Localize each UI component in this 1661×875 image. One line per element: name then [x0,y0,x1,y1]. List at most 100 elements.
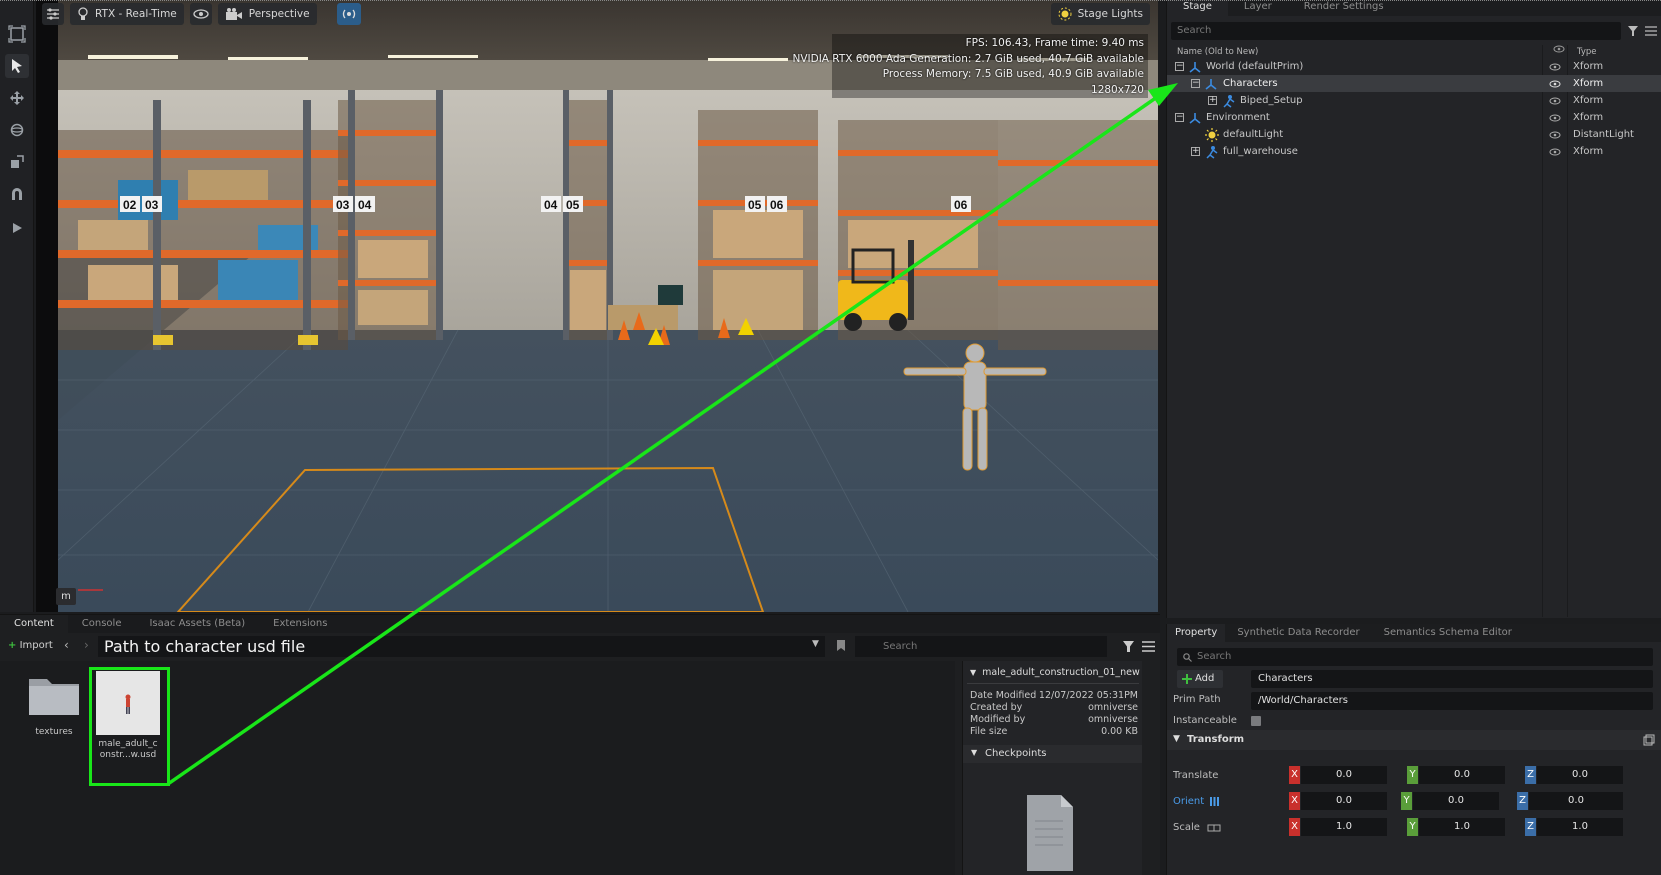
orient-z-field[interactable]: 0.0 [1529,792,1623,810]
stage-row-label: Environment [1206,112,1270,123]
rack-label: 05 [566,198,580,212]
stage-row-biped-setup[interactable]: + Biped_Setup Xform [1167,92,1661,109]
orient-label[interactable]: Orient [1173,796,1204,807]
tab-layer[interactable]: Layer [1228,0,1288,16]
translate-x-field[interactable]: 0.0 [1301,766,1387,784]
snap-icon[interactable] [5,182,29,206]
back-arrow-icon[interactable]: ‹ [64,638,69,652]
date-modified-row: Date Modified 12/07/2022 05:31PM [970,690,1138,701]
stage-row-label: World (defaultPrim) [1206,61,1304,72]
collapse-icon[interactable]: − [1191,79,1200,88]
translate-label: Translate [1173,770,1219,781]
broadcast-icon[interactable] [336,3,361,25]
eye-icon[interactable] [1549,148,1561,156]
rack-label: 02 [123,198,137,212]
import-button[interactable]: + Import [4,637,57,655]
property-search-input[interactable]: Search [1177,648,1653,666]
skeleton-icon [1223,95,1235,108]
stage-row-characters[interactable]: − Characters Xform [1167,75,1661,92]
settings-sliders-icon[interactable] [42,3,64,25]
axis-x-badge: X [1289,792,1300,810]
rack-label: 06 [954,198,968,212]
expand-icon[interactable]: + [1191,147,1200,156]
scale-y-field[interactable]: 1.0 [1419,818,1505,836]
camera-button[interactable]: Perspective [217,3,317,25]
property-panel: Property Synthetic Data Recorder Semanti… [1166,624,1661,875]
instanceable-checkbox[interactable] [1251,716,1261,726]
scale-z-field[interactable]: 1.0 [1537,818,1623,836]
rack-label: 04 [544,198,558,212]
character-thumbnail-icon [125,694,131,714]
checkpoints-header[interactable]: ▼ Checkpoints [963,745,1142,763]
stage-row-type: Xform [1573,61,1604,72]
stage-row-default-light[interactable]: defaultLight DistantLight [1167,126,1661,143]
stage-row-world[interactable]: − World (defaultPrim) Xform [1167,58,1661,75]
link-icon[interactable] [1207,823,1221,833]
prim-name-field[interactable]: Characters [1251,670,1653,688]
eye-icon[interactable] [1549,63,1561,71]
column-name-header[interactable]: Name (Old to New) [1177,47,1258,57]
bookmark-icon[interactable] [836,639,846,652]
hamburger-icon[interactable] [1645,22,1659,40]
prim-path-field[interactable]: /World/Characters [1251,692,1653,710]
axis-y-badge: Y [1407,818,1418,836]
expand-icon[interactable]: + [1208,96,1217,105]
usd-file-item[interactable]: male_adult_c onstr...w.usd [92,671,164,761]
scale-x-field[interactable]: 1.0 [1301,818,1387,836]
camera-icon [225,8,242,20]
hamburger-icon[interactable] [1142,641,1155,652]
xform-icon [1205,79,1217,90]
content-search-input[interactable]: Search [855,636,1107,657]
translate-z-field[interactable]: 0.0 [1537,766,1623,784]
folder-item[interactable]: textures [18,671,90,738]
modified-by-value: omniverse [1088,714,1138,725]
renderer-button[interactable]: RTX - Real-Time [70,3,184,25]
tab-synthetic-data-recorder[interactable]: Synthetic Data Recorder [1225,624,1371,642]
orient-y-field[interactable]: 0.0 [1413,792,1499,810]
tab-extensions[interactable]: Extensions [259,615,341,633]
copy-icon[interactable] [1643,734,1655,746]
filter-icon[interactable] [1122,640,1135,653]
modified-by-row: Modified by omniverse [970,714,1138,725]
tab-property[interactable]: Property [1167,624,1226,642]
tab-semantics-schema-editor[interactable]: Semantics Schema Editor [1372,624,1524,642]
forward-arrow-icon[interactable]: › [84,638,89,652]
eye-icon[interactable] [189,3,212,25]
eye-icon[interactable] [1549,131,1561,139]
move-icon[interactable] [5,86,29,110]
orient-mode-icon[interactable] [1210,797,1220,806]
collapse-icon[interactable]: − [1175,113,1184,122]
camera-badge[interactable]: m [56,588,76,605]
tab-isaac-assets[interactable]: Isaac Assets (Beta) [135,615,259,633]
filter-icon[interactable] [1627,22,1641,40]
translate-y-field[interactable]: 0.0 [1419,766,1505,784]
stage-row-environment[interactable]: − Environment Xform [1167,109,1661,126]
tab-render-settings[interactable]: Render Settings [1288,0,1400,16]
orient-x-field[interactable]: 0.0 [1301,792,1387,810]
stage-row-type: Xform [1573,112,1604,123]
viewport[interactable]: 02 03 03 04 04 05 05 06 06 RTX - Real-Ti… [36,0,1158,612]
path-dropdown-icon[interactable]: ▼ [812,639,819,649]
eye-icon[interactable] [1549,80,1561,88]
scale-icon[interactable] [5,150,29,174]
tab-console[interactable]: Console [68,615,136,633]
rotate-icon[interactable] [5,118,29,142]
collapse-icon[interactable]: − [1175,62,1184,71]
instanceable-label: Instanceable [1173,715,1237,726]
select-arrow-icon[interactable] [5,54,29,78]
column-type-header[interactable]: Type [1577,47,1597,57]
document-icon [1027,795,1073,871]
tab-content[interactable]: Content [0,615,68,633]
file-label-line2: onstr...w.usd [99,750,157,760]
eye-icon[interactable] [1549,97,1561,105]
file-size-value: 0.00 KB [1101,726,1138,737]
tab-stage[interactable]: Stage [1167,0,1228,16]
path-field[interactable]: Path to character usd file [98,636,825,657]
details-header[interactable]: ▼ male_adult_construction_01_new [970,667,1140,678]
transform-section-header[interactable]: ▼ Transform [1167,730,1661,750]
frame-icon[interactable] [5,22,29,46]
stage-search-input[interactable]: Search [1171,22,1621,40]
play-icon[interactable] [5,216,29,240]
eye-icon[interactable] [1549,114,1561,122]
stage-row-full-warehouse[interactable]: + full_warehouse Xform [1167,143,1661,160]
